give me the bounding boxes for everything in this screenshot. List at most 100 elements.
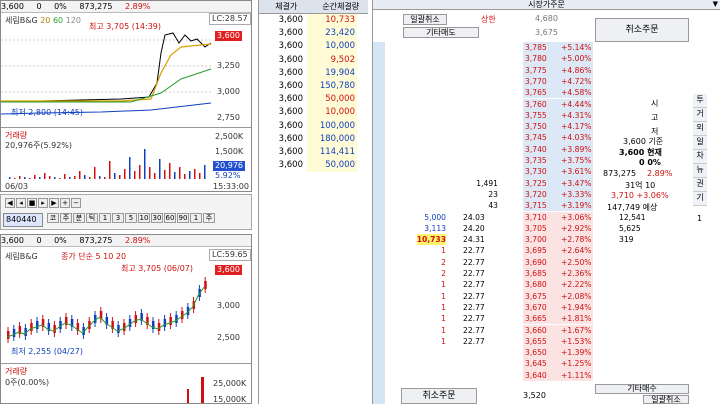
bid-level-row[interactable]: 3,640 +1.11% [373,369,720,381]
resting-order-qty[interactable]: 3,113 [424,223,446,234]
level-price[interactable]: 3,750 [525,121,547,132]
side-tab[interactable]: 차 [693,150,707,164]
period-tab[interactable]: 주 [60,213,72,223]
cancel-order-button-bottom[interactable]: 취소주문 [401,388,477,404]
resting-order-qty[interactable]: 1 [441,302,446,313]
ask-level-row[interactable]: 3,770 +4.72% [373,75,720,88]
resting-order-qty[interactable]: 5,000 [424,212,446,223]
level-price[interactable]: 3,725 [525,178,547,189]
level-price[interactable]: 3,730 [525,166,547,177]
level-price[interactable]: 3,680 [525,279,547,290]
bid-level-row[interactable]: 3,710 +3.06% 12,541 5,000 24.03 [373,211,720,223]
level-price[interactable]: 3,695 [525,245,547,256]
level-price[interactable]: 3,760 [525,99,547,110]
level-price[interactable]: 3,645 [525,358,547,369]
period-tab[interactable]: 90 [177,213,189,223]
cancel-order-button-top[interactable]: 취소주문 [595,18,689,42]
dropdown-icon[interactable]: ▼ [713,0,718,9]
side-tab[interactable]: 외 [693,122,707,136]
ask-level-row[interactable]: 3,785 +5.14% [373,42,720,54]
resting-order-qty[interactable]: 2 [441,268,446,279]
resting-order-qty[interactable]: 1 [441,313,446,324]
level-price[interactable]: 3,705 [525,223,547,234]
zoom-in-icon[interactable]: + [60,198,70,208]
bid-level-row[interactable]: 3,690 +2.50% 2 22.77 [373,256,720,268]
period-tab[interactable]: 10 [138,213,150,223]
first-icon[interactable]: ◀ [5,198,15,208]
level-price[interactable]: 3,655 [525,336,547,347]
level-price[interactable]: 3,665 [525,313,547,324]
side-tab[interactable]: 기 [693,192,707,206]
bid-level-row[interactable]: 3,705 +2.92% 5,625 3,113 24.20 [373,222,720,235]
stock-code-input[interactable]: 840440 [3,213,43,227]
bid-level-row[interactable]: 3,700 +2.78% 319 10,733 24.31 [373,234,720,246]
resting-order-qty[interactable]: 1 [441,336,446,347]
resting-order-qty[interactable]: 1 [441,325,446,336]
level-price[interactable]: 3,710 [525,212,547,223]
side-tab[interactable]: 일 [693,136,707,150]
resting-order-qty[interactable]: 2 [441,257,446,268]
level-price[interactable]: 3,690 [525,257,547,268]
bid-level-row[interactable]: 3,655 +1.53% 1 22.77 [373,335,720,348]
period-tab[interactable]: 분 [73,213,85,223]
bid-level-row[interactable]: 3,685 +2.36% 2 22.77 [373,268,720,280]
period-tab[interactable]: 1 [190,213,202,223]
ask-level-row[interactable]: 3,775 +4.86% [373,64,720,76]
resting-order-qty[interactable]: 1 [441,279,446,290]
period-tab[interactable]: 5 [125,213,137,223]
level-price[interactable]: 3,640 [525,370,547,381]
bid-level-row[interactable]: 3,650 +1.39% [373,347,720,359]
level-price[interactable]: 3,685 [525,268,547,279]
bid-level-row[interactable]: 3,695 +2.64% 1 22.77 [373,245,720,257]
level-price[interactable]: 3,670 [525,302,547,313]
resting-order-qty[interactable]: 10,733 [416,234,446,246]
resting-order-qty[interactable]: 1 [441,245,446,256]
side-tab[interactable]: 거 [693,108,707,122]
side-tab[interactable]: 투 [693,94,707,108]
period-tab[interactable]: 60 [164,213,176,223]
other-sell-button[interactable]: 기타매도 [403,27,479,38]
side-tabs[interactable]: 투거외일차뉴권기 [693,94,707,212]
ask-level-row[interactable]: 3,780 +5.00% [373,53,720,65]
level-price[interactable]: 3,775 [525,65,547,76]
daily-chart[interactable]: 3,600 0 0% 873,275 2.89% 세림B&G 종가 단순 5 1… [0,234,252,404]
bid-level-row[interactable]: 3,660 +1.67% 1 22.77 [373,324,720,336]
bid-level-row[interactable]: 3,645 +1.25% [373,358,720,370]
bid-level-row[interactable]: 3,675 +2.08% 1 22.77 [373,290,720,302]
period-tab[interactable]: 주 [203,213,215,223]
period-tab[interactable]: 30 [151,213,163,223]
level-price[interactable]: 3,735 [525,155,547,166]
level-price[interactable]: 3,715 [525,200,547,211]
prev-icon[interactable]: ◂ [16,198,26,208]
other-buy-button[interactable]: 기타매수 [595,384,689,394]
play-icon[interactable]: ▸ [38,198,48,208]
level-price[interactable]: 3,675 [525,291,547,302]
side-tab[interactable]: 권 [693,178,707,192]
zoom-out-icon[interactable]: − [71,198,81,208]
level-price[interactable]: 3,720 [525,189,547,200]
period-tab[interactable]: 틱 [86,213,98,223]
period-tab[interactable]: 코 [47,213,59,223]
level-price[interactable]: 3,660 [525,325,547,336]
bid-level-row[interactable]: 3,680 +2.22% 1 22.77 [373,279,720,291]
period-tab[interactable]: 3 [112,213,124,223]
level-price[interactable]: 3,650 [525,347,547,358]
cancel-all-bottom-button[interactable]: 일괄취소 [643,395,689,404]
stop-icon[interactable]: ■ [27,198,37,208]
level-price[interactable]: 3,785 [525,42,547,53]
level-price[interactable]: 3,745 [525,132,547,143]
side-tab[interactable]: 뉴 [693,164,707,178]
bid-level-row[interactable]: 3,665 +1.81% 1 22.77 [373,313,720,325]
order-book-panel[interactable]: 시장가주문 ▼ 일괄취소 상한 4,680 기타매도 3,675 취소주문 3,… [372,0,720,404]
last-icon[interactable]: ▶ [49,198,59,208]
level-price[interactable]: 3,780 [525,53,547,64]
resting-order-qty[interactable]: 1 [441,291,446,302]
cancel-all-button[interactable]: 일괄취소 [403,14,447,25]
level-price[interactable]: 3,755 [525,110,547,121]
level-price[interactable]: 3,770 [525,76,547,87]
level-price[interactable]: 3,765 [525,87,547,98]
period-tab[interactable]: 1 [99,213,111,223]
level-price[interactable]: 3,740 [525,144,547,155]
nav-buttons[interactable]: ◀ ◂ ■ ▸ ▶ + − [5,198,82,209]
bid-level-row[interactable]: 3,670 +1.94% 1 22.77 [373,301,720,314]
